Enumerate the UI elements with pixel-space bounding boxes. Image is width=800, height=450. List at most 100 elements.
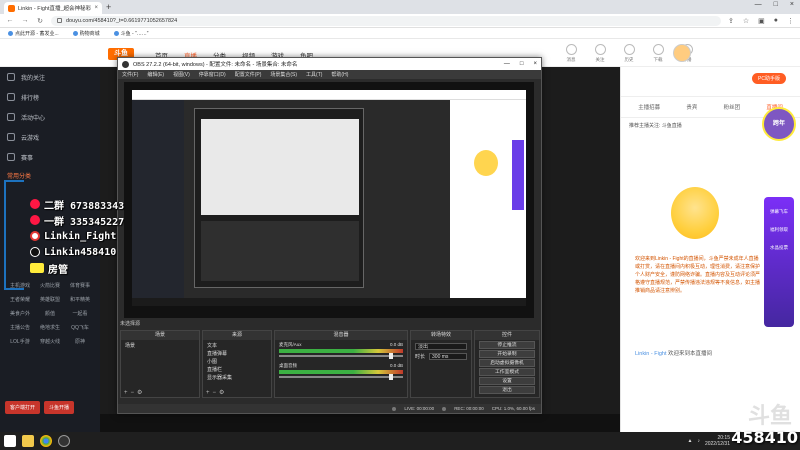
reload-icon[interactable]: ↻ [36,17,44,25]
obs-taskbar-icon[interactable] [58,435,70,447]
studio-mode-button[interactable]: 工作室模式 [479,368,535,376]
exit-button[interactable]: 退出 [479,386,535,394]
duration-input[interactable]: 300 ms [429,353,467,360]
windows-start-icon[interactable] [4,435,16,447]
category-link[interactable]: 原神 [65,338,95,345]
tab-title: Linkin - Fight直播_超会神秘彩三... [18,6,92,12]
tab-fans[interactable]: 粉丝团 [724,103,741,111]
sidebar-item-events[interactable]: 活动中心 [0,107,100,127]
category-link[interactable]: 颜值 [35,310,65,317]
pc-assistant-badge[interactable]: PC助手版 [752,73,786,84]
category-link[interactable]: 火箭比赛 [35,282,65,289]
category-link[interactable]: LOL手游 [5,338,35,345]
volume-slider-handle[interactable] [389,353,393,359]
sources-toolbar[interactable]: +−⚙ [206,389,227,396]
obs-maximize-button[interactable]: □ [520,61,524,67]
sidebar-item-esports[interactable]: 赛事 [0,147,100,167]
chrome-icon[interactable] [40,435,52,447]
header-follow[interactable]: 关注 [589,44,611,63]
scenes-toolbar[interactable]: +−⚙ [124,389,145,396]
obs-menu-scene-collection[interactable]: 场景集合(S) [270,71,297,78]
obs-menu-docks[interactable]: 停靠窗口(D) [199,71,226,78]
obs-menu-help[interactable]: 帮助(H) [331,71,348,78]
url-field[interactable]: douyu.com/458410?_t=0.6619771052657824 [51,15,721,26]
file-explorer-icon[interactable] [22,435,34,447]
volume-slider[interactable] [279,374,403,380]
category-link[interactable]: 和平精英 [65,296,95,303]
category-link[interactable]: 体育赛事 [65,282,95,289]
menu-icon[interactable]: ⋮ [787,17,794,25]
tab-recruit[interactable]: 主播招募 [638,103,660,111]
source-item[interactable]: 直播弹幕 [207,350,267,358]
category-link[interactable]: 主播公告 [5,324,35,331]
volume-icon[interactable]: ♪ [697,438,700,444]
event-item[interactable]: 福利领取 [764,227,794,233]
scene-item[interactable]: 场景 [125,342,195,350]
user-avatar[interactable] [673,44,691,62]
obs-menu-tools[interactable]: 工具(T) [306,71,322,78]
event-rail[interactable]: 弹幕飞车 福利领取 水晶投票 [764,197,794,327]
obs-menu-view[interactable]: 视图(V) [173,71,190,78]
volume-meter [279,349,403,353]
obs-menu-edit[interactable]: 编辑(E) [147,71,164,78]
category-link[interactable]: 美食户外 [5,310,35,317]
controls-header: 控件 [475,331,539,340]
system-clock[interactable]: 20:15 2022/12/31 [705,435,730,447]
network-icon[interactable]: ▲ [688,438,693,444]
sidebar-item-cloud-game[interactable]: 云游戏 [0,127,100,147]
stop-streaming-button[interactable]: 停止推流 [479,341,535,349]
source-item[interactable]: 直播栏 [207,366,267,374]
back-icon[interactable]: ← [6,17,14,24]
start-streaming-button[interactable]: 斗鱼开播 [44,401,75,414]
volume-slider-handle[interactable] [389,374,393,380]
rec-indicator-icon [442,406,447,411]
category-link[interactable]: 王者荣耀 [5,296,35,303]
event-item[interactable]: 弹幕飞车 [764,209,794,215]
obs-menu-profile[interactable]: 配置文件(P) [235,71,262,78]
close-window-button[interactable]: × [790,1,794,8]
forward-icon[interactable]: → [21,17,29,24]
start-recording-button[interactable]: 开始录制 [479,350,535,358]
category-link[interactable]: 绝地求生 [35,324,65,331]
bookmark-star-icon[interactable]: ☆ [743,17,749,25]
bookmark-item[interactable]: 购物商城 [72,30,100,37]
category-link[interactable]: 英雄联盟 [35,296,65,303]
share-icon[interactable]: ⇪ [728,17,734,25]
header-history[interactable]: 历史 [618,44,640,63]
obs-close-button[interactable]: × [533,61,537,67]
obs-menu-file[interactable]: 文件(F) [122,71,138,78]
maximize-button[interactable]: □ [774,1,778,8]
bookmark-item[interactable]: 点此开源 - 蓄发业... [8,30,59,37]
volume-slider[interactable] [279,353,403,359]
open-client-button[interactable]: 客户端打开 [5,401,41,414]
event-badge[interactable]: 跨年 [762,107,796,141]
source-item[interactable]: 文本 [207,342,267,350]
history-icon [623,44,635,55]
player-controls[interactable] [100,414,620,432]
minimize-button[interactable]: — [755,1,762,8]
header-download[interactable]: 下载 [647,44,669,63]
category-link[interactable]: 穿越火线 [35,338,65,345]
browser-tab[interactable]: Linkin - Fight直播_超会神秘彩三... × [4,2,102,14]
header-messages[interactable]: 消息 [560,44,582,63]
transition-select[interactable]: 淡出 [415,343,467,350]
virtual-camera-button[interactable]: 启动虚拟摄像机 [479,359,535,367]
profile-icon[interactable]: ● [774,17,778,25]
close-tab-icon[interactable]: × [94,5,98,11]
event-item[interactable]: 水晶投票 [764,245,794,251]
category-link[interactable]: QQ飞车 [65,324,95,331]
obs-minimize-button[interactable]: — [504,61,510,67]
source-item[interactable]: 显示器采集 [207,374,267,382]
source-item[interactable]: 小图 [207,358,267,366]
settings-button[interactable]: 设置 [479,377,535,385]
address-bar: ← → ↻ douyu.com/458410?_t=0.661977105265… [0,14,800,28]
bookmark-item[interactable]: 斗鱼 - “……” [113,30,148,37]
category-link[interactable]: 一起看 [65,310,95,317]
tab-vip[interactable]: 贵宾 [686,103,697,111]
new-tab-button[interactable]: + [106,2,111,12]
extensions-icon[interactable]: ▣ [758,17,765,25]
obs-preview[interactable]: 458410 [124,82,534,318]
chat-username[interactable]: Linkin - Fight [635,351,667,357]
sidebar-item-follow[interactable]: 我的关注 [0,67,100,87]
sidebar-item-rank[interactable]: 排行榜 [0,87,100,107]
